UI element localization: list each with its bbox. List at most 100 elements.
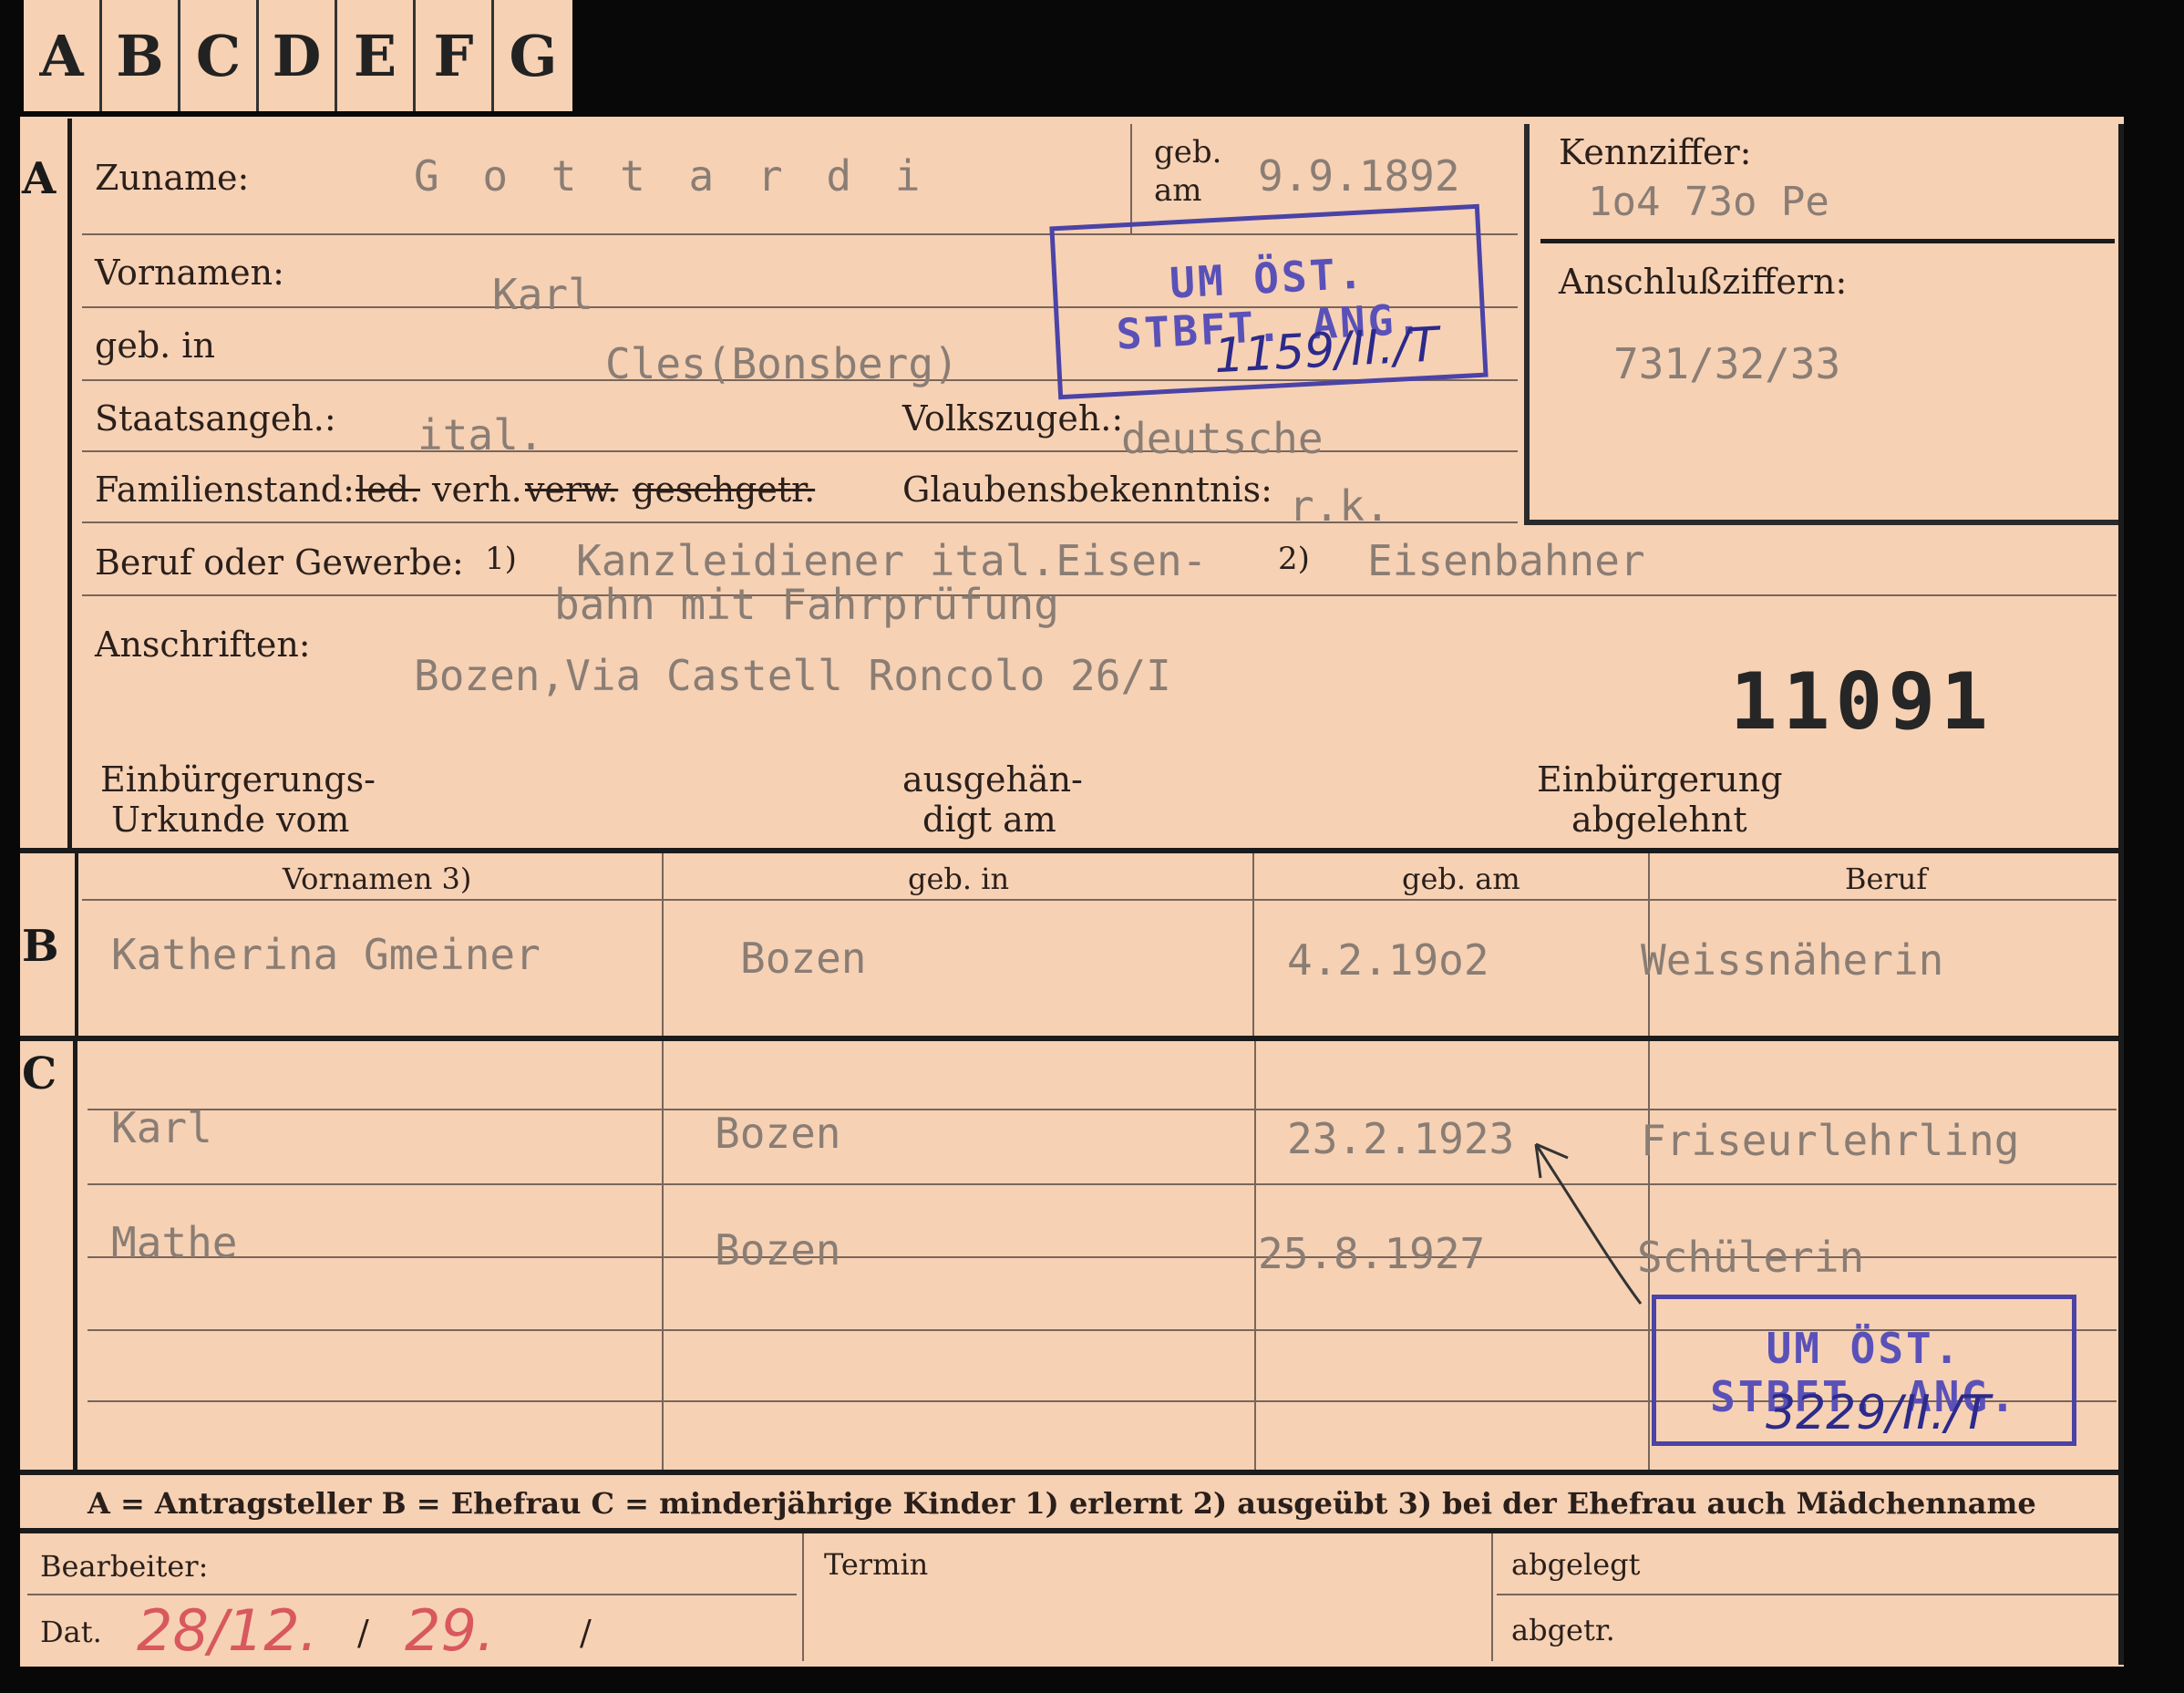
c-col-divider-1 xyxy=(662,1041,664,1470)
fam-option-verh: verh. xyxy=(432,470,522,510)
kind-1-vornamen: Karl xyxy=(111,1103,212,1152)
label-staatsangeh: Staatsangeh.: xyxy=(95,398,336,439)
label-anschriften: Anschriften: xyxy=(95,625,311,665)
ehefrau-geb-am: 4.2.19o2 xyxy=(1287,935,1489,985)
ehefrau-vornamen: Katherina Gmeiner xyxy=(111,930,541,979)
label-geb-in: geb. in xyxy=(95,325,215,366)
col-vornamen: Vornamen 3) xyxy=(283,862,472,896)
beruf-marker-2: 2) xyxy=(1278,541,1310,577)
col-beruf: Beruf xyxy=(1845,862,1928,896)
label-familienstand: Familienstand: xyxy=(95,470,355,510)
col-geb-in: geb. in xyxy=(908,862,1010,896)
rule-legend-top xyxy=(20,1470,2124,1475)
kind-2-beruf: Schülerin xyxy=(1637,1233,1865,1282)
tab-f[interactable]: F xyxy=(416,0,494,111)
rule-section-c-top xyxy=(20,1036,2124,1041)
value-beruf-erlernt-2: bahn mit Fahrprüfung xyxy=(554,580,1059,629)
stamp-um-oest-2: UM ÖST. STBFT. ANG. 3229/II./T xyxy=(1652,1295,2076,1446)
c-col-divider-2 xyxy=(1254,1041,1256,1470)
tab-c[interactable]: C xyxy=(180,0,259,111)
col-geb-am: geb. am xyxy=(1402,862,1520,896)
handwritten-arrow xyxy=(1534,1142,1643,1305)
stamp-2-line1: UM ÖST. xyxy=(1766,1324,1963,1373)
value-beruf-ausgeuebt: Eisenbahner xyxy=(1367,536,1645,585)
section-letter-c: C xyxy=(22,1048,57,1099)
label-beruf: Beruf oder Gewerbe: xyxy=(95,542,464,583)
label-kennziffer: Kennziffer: xyxy=(1559,132,1752,172)
stamp-1-handwritten: 1159/II./T xyxy=(1212,317,1440,385)
label-abgetr: abgetr. xyxy=(1511,1613,1615,1647)
value-anschlussziffern: 731/32/33 xyxy=(1613,339,1841,388)
section-letter-b: B xyxy=(22,921,59,972)
c-row-rule-1 xyxy=(88,1109,2117,1110)
value-kennziffer: 1o4 73o Pe xyxy=(1588,179,1829,225)
kind-2-vornamen: Mathe xyxy=(111,1218,238,1267)
footer-divider-1 xyxy=(802,1533,804,1661)
stamp-um-oest-1: UM ÖST. STBFT. ANG. 1159/II./T xyxy=(1049,203,1489,400)
rule-beruf xyxy=(82,594,2117,596)
value-vornamen: Karl xyxy=(492,270,593,319)
b-col-divider-1 xyxy=(662,853,664,1036)
kennziffer-rule xyxy=(1540,239,2115,243)
beruf-marker-1: 1) xyxy=(485,541,517,577)
value-geb-in: Cles(Bonsberg) xyxy=(605,339,959,388)
b-col-divider-2 xyxy=(1252,853,1254,1036)
kind-2-geb-am: 25.8.1927 xyxy=(1258,1229,1486,1278)
fam-option-led: led. xyxy=(355,470,421,510)
label-glaubensbekenntnis: Glaubensbekenntnis: xyxy=(902,470,1272,510)
label-abgelegt: abgelegt xyxy=(1511,1547,1641,1582)
section-b-left-rule xyxy=(75,853,78,1036)
value-volkszugeh: deutsche xyxy=(1121,414,1324,463)
fam-option-gesch: gesch. xyxy=(633,470,747,510)
fam-option-verw: verw. xyxy=(525,470,619,510)
kind-2-geb-in: Bozen xyxy=(715,1225,841,1275)
card-number: 11091 xyxy=(1730,656,1993,748)
label-geb-am-2: am xyxy=(1154,172,1202,209)
register-tabs: A B C D E F G xyxy=(0,0,580,117)
label-vornamen: Vornamen: xyxy=(95,253,284,293)
label-einb-urkunde-1: Einbürgerungs- xyxy=(100,759,376,800)
footer-divider-2 xyxy=(1491,1533,1493,1661)
tab-a[interactable]: A xyxy=(24,0,102,111)
label-volkszugeh: Volkszugeh.: xyxy=(902,398,1124,439)
tab-d[interactable]: D xyxy=(259,0,337,111)
ehefrau-beruf: Weissnäherin xyxy=(1641,935,1944,985)
kind-1-geb-in: Bozen xyxy=(715,1109,841,1158)
fam-option-getr: getr. xyxy=(735,470,816,510)
section-c-left-rule xyxy=(73,1041,77,1470)
tab-e[interactable]: E xyxy=(337,0,416,111)
stamp-2-handwritten: 3229/II./T xyxy=(1766,1386,1991,1440)
footer-rule-right xyxy=(1497,1594,2118,1595)
label-ausgehaendigt-1: ausgehän- xyxy=(902,759,1083,800)
value-staatsangeh: ital. xyxy=(417,410,544,459)
rule-b-header xyxy=(82,899,2117,901)
value-anschrift: Bozen,Via Castell Roncolo 26/I xyxy=(414,651,1171,700)
tab-b[interactable]: B xyxy=(102,0,180,111)
section-a-left-rule xyxy=(67,119,72,848)
tab-g[interactable]: G xyxy=(494,0,572,111)
value-glaubensbekenntnis: r.k. xyxy=(1289,481,1390,531)
footer-rule-left xyxy=(27,1594,797,1595)
label-anschlussziffern: Anschlußziffern: xyxy=(1559,262,1848,302)
label-ausgehaendigt-2: digt am xyxy=(922,800,1056,840)
geb-am-divider xyxy=(1130,124,1132,235)
legend-text: A = Antragsteller B = Ehefrau C = minder… xyxy=(88,1486,2036,1521)
section-letter-a: A xyxy=(22,153,57,204)
date-slash-1: / xyxy=(357,1613,369,1653)
ehefrau-geb-in: Bozen xyxy=(740,934,867,983)
c-row-rule-2 xyxy=(88,1183,2117,1185)
card-right-rule xyxy=(2118,124,2124,1665)
rule-legend-bottom xyxy=(20,1528,2124,1533)
label-einb-abgelehnt-2: abgelehnt xyxy=(1571,800,1747,840)
label-dat: Dat. xyxy=(40,1615,102,1649)
label-geb-am-1: geb. xyxy=(1154,134,1222,170)
label-bearbeiter: Bearbeiter: xyxy=(40,1549,209,1584)
label-zuname: Zuname: xyxy=(95,158,250,198)
label-einb-urkunde-2: Urkunde vom xyxy=(111,800,350,840)
value-zuname: G o t t a r d i xyxy=(414,151,930,201)
rule-section-b-top xyxy=(20,848,2124,853)
date-slash-2: / xyxy=(580,1613,592,1653)
kind-1-geb-am: 23.2.1923 xyxy=(1287,1114,1515,1163)
label-einb-abgelehnt-1: Einbürgerung xyxy=(1537,759,1783,800)
handwritten-date-1: 28/12. xyxy=(137,1597,318,1664)
